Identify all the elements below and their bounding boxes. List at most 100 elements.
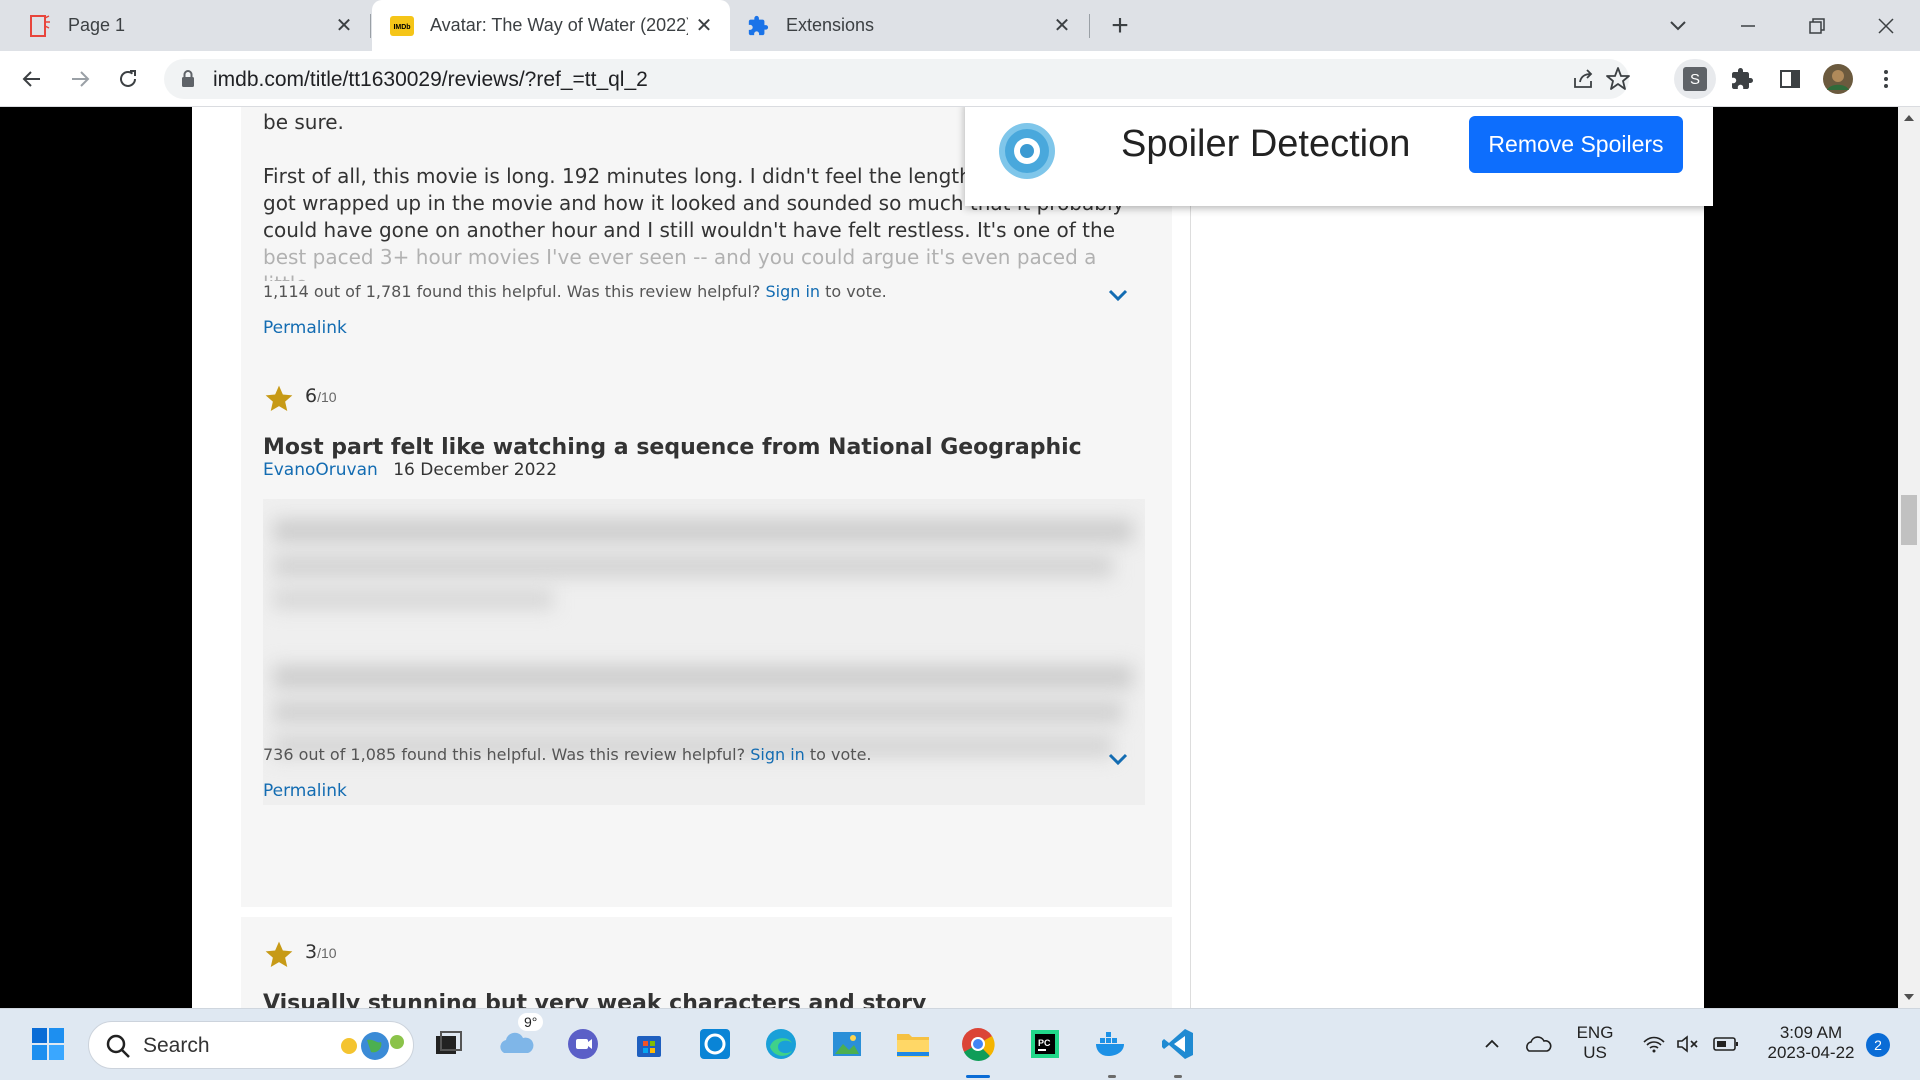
speaker-muted-icon[interactable] xyxy=(1668,1024,1708,1064)
helpful-count: 1,114 out of 1,781 found this helpful. W… xyxy=(263,282,761,301)
show-hidden-icons-chevron-icon[interactable] xyxy=(1472,1024,1512,1064)
clock-date: 2023-04-22 xyxy=(1767,1043,1855,1062)
bookmark-star-icon[interactable] xyxy=(1604,65,1632,98)
review-card: 3/10 Visually stunning but very weak cha… xyxy=(241,917,1172,1008)
close-tab-icon[interactable]: ✕ xyxy=(328,10,360,42)
helpful-text: 1,114 out of 1,781 found this helpful. W… xyxy=(263,282,887,301)
side-panel-icon[interactable] xyxy=(1772,61,1808,97)
edge-browser-icon[interactable] xyxy=(761,1024,801,1064)
spoiler-extension-button[interactable]: S xyxy=(1674,59,1716,99)
task-view-icon[interactable] xyxy=(428,1024,468,1064)
tab-separator xyxy=(370,14,371,38)
forward-icon[interactable] xyxy=(62,61,98,97)
active-app-indicator xyxy=(966,1075,990,1078)
url-text[interactable]: imdb.com/title/tt1630029/reviews/?ref_=t… xyxy=(213,68,648,92)
author-link[interactable]: EvanoOruvan xyxy=(263,460,378,480)
back-icon[interactable] xyxy=(14,61,50,97)
browser-toolbar: imdb.com/title/tt1630029/reviews/?ref_=t… xyxy=(0,51,1920,107)
review-meta: EvanoOruvan 16 December 2022 xyxy=(263,460,557,480)
page-scrollbar[interactable] xyxy=(1898,107,1920,1008)
permalink[interactable]: Permalink xyxy=(263,781,347,801)
clock[interactable]: 3:09 AM 2023-04-22 xyxy=(1752,1023,1870,1063)
profile-avatar[interactable] xyxy=(1820,61,1856,97)
microsoft-store-icon[interactable] xyxy=(629,1024,669,1064)
rating-value: 6 xyxy=(305,385,318,407)
battery-icon[interactable] xyxy=(1706,1024,1746,1064)
tab-avatar-reviews[interactable]: IMDb Avatar: The Way of Water (2022) ✕ xyxy=(372,0,730,51)
share-icon[interactable] xyxy=(1570,65,1598,98)
web-page-viewport: be sure. First of all, this movie is lon… xyxy=(0,107,1898,1008)
close-tab-icon[interactable]: ✕ xyxy=(688,10,720,42)
rating: 3/10 xyxy=(305,941,337,963)
review-text-line: best paced 3+ hour movies I've ever seen… xyxy=(263,245,1097,281)
rating-scale: /10 xyxy=(317,945,337,961)
rating: 6/10 xyxy=(305,385,337,407)
reload-icon[interactable] xyxy=(110,61,146,97)
onedrive-cloud-icon[interactable] xyxy=(1518,1024,1558,1064)
clock-time: 3:09 AM xyxy=(1779,1023,1843,1042)
windows-taskbar: Search 9° PC ENG US 3:09 AM 2023-04-22 2 xyxy=(0,1008,1920,1080)
file-explorer-icon[interactable] xyxy=(893,1024,933,1064)
keyboard-region: US xyxy=(1583,1043,1607,1062)
search-label: Search xyxy=(143,1034,210,1057)
docker-icon[interactable] xyxy=(1092,1024,1132,1064)
cortana-icon[interactable] xyxy=(695,1024,735,1064)
search-icon xyxy=(106,1034,130,1058)
scrollbar-thumb[interactable] xyxy=(1901,495,1917,545)
close-window-icon[interactable] xyxy=(1870,10,1902,42)
pycharm-icon[interactable]: PC xyxy=(1025,1024,1065,1064)
helpful-text: 736 out of 1,085 found this helpful. Was… xyxy=(263,745,872,764)
puzzle-icon xyxy=(746,14,770,38)
running-app-indicator xyxy=(1108,1075,1116,1078)
helpful-count: 736 out of 1,085 found this helpful. Was… xyxy=(263,745,746,764)
language-indicator[interactable]: ENG US xyxy=(1572,1023,1618,1063)
review-title[interactable]: Visually stunning but very weak characte… xyxy=(263,991,926,1008)
lock-icon[interactable] xyxy=(180,69,196,94)
minimize-icon[interactable] xyxy=(1732,10,1764,42)
review-date: 16 December 2022 xyxy=(393,460,558,480)
review-text-line: could have gone on another hour and I st… xyxy=(263,218,1115,242)
pdf-page-icon xyxy=(28,14,52,38)
svg-text:PC: PC xyxy=(1038,1038,1051,1048)
tab-page-1[interactable]: Page 1 ✕ xyxy=(0,0,370,51)
windows-start-icon[interactable] xyxy=(28,1024,68,1064)
sign-in-link[interactable]: Sign in xyxy=(750,745,805,764)
column-divider xyxy=(1190,107,1191,1008)
helpful-suffix: to vote. xyxy=(825,282,887,301)
imdb-favicon: IMDb xyxy=(390,14,414,38)
permalink[interactable]: Permalink xyxy=(263,318,347,338)
address-bar[interactable]: imdb.com/title/tt1630029/reviews/?ref_=t… xyxy=(164,59,1632,99)
close-tab-icon[interactable]: ✕ xyxy=(1046,10,1078,42)
reviews-column: be sure. First of all, this movie is lon… xyxy=(192,107,1191,1008)
extensions-puzzle-icon[interactable] xyxy=(1724,61,1760,97)
star-icon xyxy=(265,941,293,967)
vscode-icon[interactable] xyxy=(1158,1024,1198,1064)
scroll-down-arrow-icon[interactable] xyxy=(1903,992,1915,1002)
popup-title: Spoiler Detection xyxy=(1121,123,1411,165)
rating-value: 3 xyxy=(305,941,318,963)
scroll-up-arrow-icon[interactable] xyxy=(1903,113,1915,123)
tab-strip: Page 1 ✕ IMDb Avatar: The Way of Water (… xyxy=(0,0,1920,51)
tab-title: Extensions xyxy=(786,15,875,35)
language-code: ENG xyxy=(1576,1023,1614,1042)
expand-chevron-icon[interactable] xyxy=(1107,751,1129,767)
sign-in-link[interactable]: Sign in xyxy=(765,282,820,301)
tab-title: Page 1 xyxy=(68,15,126,35)
star-icon xyxy=(265,385,293,411)
tab-search-chevron-icon[interactable] xyxy=(1662,10,1694,42)
menu-kebab-icon[interactable] xyxy=(1868,61,1904,97)
remove-spoilers-button[interactable]: Remove Spoilers xyxy=(1469,116,1683,173)
teams-chat-icon[interactable] xyxy=(563,1024,603,1064)
spoiler-detection-popup: Spoiler Detection Remove Spoilers xyxy=(965,107,1713,206)
expand-chevron-icon[interactable] xyxy=(1107,287,1129,303)
rating-scale: /10 xyxy=(317,389,337,405)
photos-app-icon[interactable] xyxy=(827,1024,867,1064)
weather-temp: 9° xyxy=(518,1013,544,1031)
chrome-browser-icon[interactable] xyxy=(958,1024,998,1064)
review-title[interactable]: Most part felt like watching a sequence … xyxy=(263,435,1082,460)
tab-extensions[interactable]: Extensions ✕ xyxy=(730,0,1088,51)
taskbar-search-input[interactable]: Search xyxy=(88,1021,414,1069)
new-tab-icon[interactable]: + xyxy=(1102,9,1138,43)
restore-icon[interactable] xyxy=(1800,10,1832,42)
notification-badge[interactable]: 2 xyxy=(1866,1033,1890,1057)
